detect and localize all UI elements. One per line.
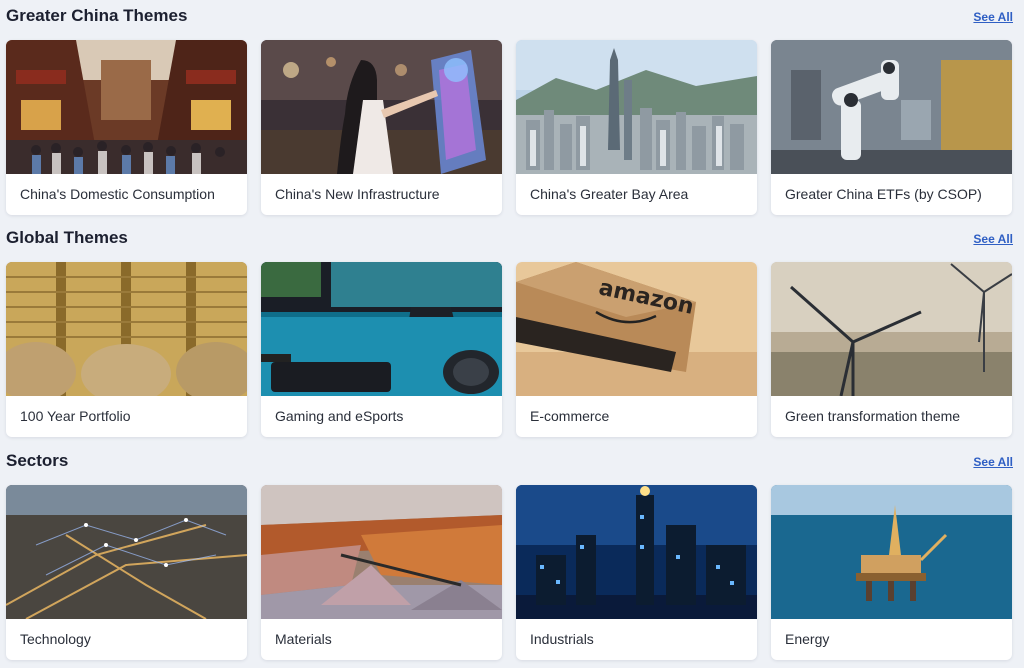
sector-card-industrials[interactable]: Industrials — [516, 485, 757, 660]
card-label: Energy — [785, 631, 830, 647]
theme-card-greater-bay-area[interactable]: China's Greater Bay Area — [516, 40, 757, 215]
card-row: Technology Materials Industrials Energy — [6, 485, 1016, 660]
card-label: China's New Infrastructure — [275, 186, 440, 202]
holographic-interface-photo — [261, 40, 502, 174]
card-label: E-commerce — [530, 408, 610, 424]
theme-card-greater-china-etfs[interactable]: Greater China ETFs (by CSOP) — [771, 40, 1012, 215]
coin-stacks-photo — [6, 262, 247, 396]
card-label: China's Greater Bay Area — [530, 186, 689, 202]
chinese-street-photo — [6, 40, 247, 174]
card-label: China's Domestic Consumption — [20, 186, 215, 202]
robotic-arm-photo — [771, 40, 1012, 174]
card-label: Industrials — [530, 631, 594, 647]
sector-card-materials[interactable]: Materials — [261, 485, 502, 660]
amazon-box-photo: amazon — [516, 262, 757, 396]
network-city-photo — [6, 485, 247, 619]
section-title: Sectors — [6, 451, 69, 470]
sector-card-technology[interactable]: Technology — [6, 485, 247, 660]
city-skyline-photo — [516, 40, 757, 174]
theme-card-e-commerce[interactable]: amazon E-commerce — [516, 262, 757, 437]
refinery-night-photo — [516, 485, 757, 619]
section-sectors: Sectors See All Technology Materials Ind… — [0, 449, 1024, 661]
section-header: Greater China Themes See All — [0, 4, 1024, 30]
section-title: Global Themes — [6, 228, 128, 247]
card-row: China's Domestic Consumption China's New… — [6, 40, 1016, 215]
wind-turbines-photo — [771, 262, 1012, 396]
theme-card-gaming-esports[interactable]: Gaming and eSports — [261, 262, 502, 437]
mining-materials-photo — [261, 485, 502, 619]
section-global-themes: Global Themes See All 100 Year Portfolio… — [0, 226, 1024, 438]
theme-card-green-transformation[interactable]: Green transformation theme — [771, 262, 1012, 437]
card-label: Gaming and eSports — [275, 408, 404, 424]
card-row: 100 Year Portfolio Gaming and eSports am… — [6, 262, 1016, 437]
section-title: Greater China Themes — [6, 6, 188, 25]
theme-card-100-year-portfolio[interactable]: 100 Year Portfolio — [6, 262, 247, 437]
card-label: 100 Year Portfolio — [20, 408, 131, 424]
oil-rig-photo — [771, 485, 1012, 619]
card-label: Green transformation theme — [785, 408, 961, 424]
section-greater-china-themes: Greater China Themes See All China's Dom… — [0, 4, 1024, 216]
theme-card-new-infrastructure[interactable]: China's New Infrastructure — [261, 40, 502, 215]
section-header: Global Themes See All — [0, 226, 1024, 252]
see-all-link[interactable]: See All — [973, 232, 1013, 246]
see-all-link[interactable]: See All — [973, 10, 1013, 24]
card-label: Materials — [275, 631, 332, 647]
sector-card-energy[interactable]: Energy — [771, 485, 1012, 660]
card-label: Greater China ETFs (by CSOP) — [785, 186, 982, 202]
gaming-setup-photo — [261, 262, 502, 396]
section-header: Sectors See All — [0, 449, 1024, 475]
theme-card-domestic-consumption[interactable]: China's Domestic Consumption — [6, 40, 247, 215]
see-all-link[interactable]: See All — [973, 455, 1013, 469]
card-label: Technology — [20, 631, 91, 647]
